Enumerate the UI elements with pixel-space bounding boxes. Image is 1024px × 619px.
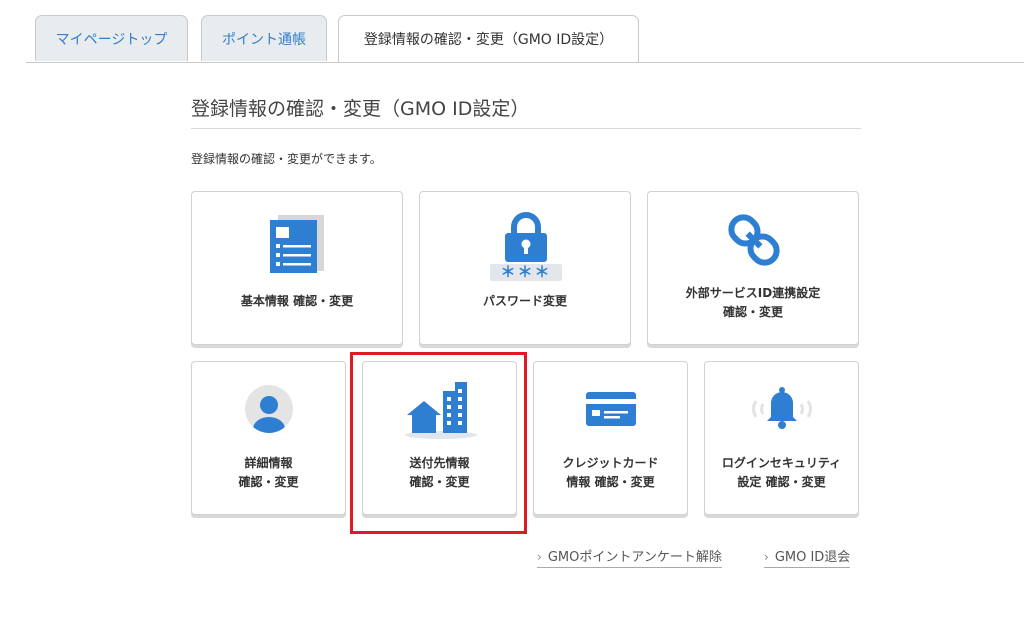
credit-card-card[interactable]: クレジットカード 情報 確認・変更 [533,361,688,515]
chevron-right-icon: › [764,550,769,564]
chain-link-icon [726,211,782,273]
document-icon [270,215,328,279]
lock-icon: ＊＊＊ [490,210,562,286]
password-change-card[interactable]: ＊＊＊ パスワード変更 [419,191,631,345]
unsubscribe-survey-link[interactable]: › GMOポイントアンケート解除 [537,546,722,568]
home-building-icon [403,379,479,443]
credit-card-icon [586,392,636,430]
password-change-label: パスワード変更 [482,294,567,308]
tab-point-passbook[interactable]: ポイント通帳 [201,15,327,61]
shipping-address-card[interactable]: 送付先情報 確認・変更 [362,361,517,515]
external-service-label: 外部サービスID連携設定 確認・変更 [685,286,821,319]
credit-card-label: クレジットカード 情報 確認・変更 [562,456,659,489]
bell-icon [744,384,820,438]
login-security-card[interactable]: ログインセキュリティ 設定 確認・変更 [704,361,859,515]
external-service-card[interactable]: 外部サービスID連携設定 確認・変更 [647,191,859,345]
withdraw-gmo-id-link[interactable]: › GMO ID退会 [764,546,851,568]
basic-info-label: 基本情報 確認・変更 [240,294,354,308]
user-icon [245,385,293,437]
password-mask: ＊＊＊ [500,263,552,281]
page-title: 登録情報の確認・変更（GMO ID設定） [191,94,861,129]
withdraw-gmo-id-label: GMO ID退会 [774,550,851,565]
tab-registration-info[interactable]: 登録情報の確認・変更（GMO ID設定） [338,15,639,62]
basic-info-card[interactable]: 基本情報 確認・変更 [191,191,403,345]
chevron-right-icon: › [537,550,542,564]
detail-info-label: 詳細情報 確認・変更 [238,456,299,489]
tab-mypage-top[interactable]: マイページトップ [35,15,188,61]
detail-info-card[interactable]: 詳細情報 確認・変更 [191,361,346,515]
tab-bar: マイページトップ ポイント通帳 登録情報の確認・変更（GMO ID設定） [26,15,1024,63]
page-description: 登録情報の確認・変更ができます。 [191,152,382,166]
page: マイページトップ ポイント通帳 登録情報の確認・変更（GMO ID設定） 登録情… [0,0,1024,619]
shipping-address-label: 送付先情報 確認・変更 [409,456,470,489]
login-security-label: ログインセキュリティ 設定 確認・変更 [721,456,842,489]
unsubscribe-survey-label: GMOポイントアンケート解除 [547,550,722,565]
